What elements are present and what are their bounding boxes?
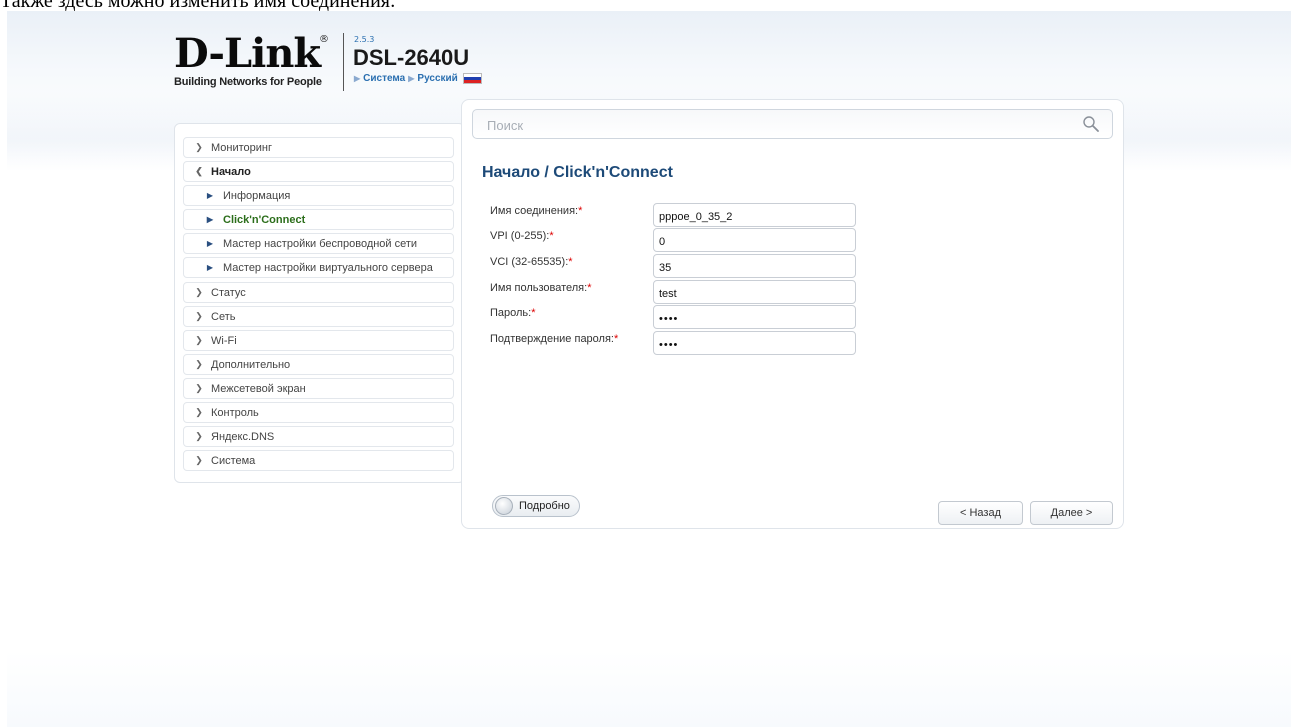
sidebar-item-label: Дополнительно — [211, 358, 291, 371]
sidebar-item-label: Click'n'Connect — [223, 213, 306, 226]
sidebar-item-label: Информация — [223, 189, 291, 202]
sidebar-subitem-information[interactable]: ▶ Информация — [183, 185, 454, 206]
password-field[interactable] — [653, 305, 856, 329]
sidebar-item-label: Мастер настройки беспроводной сети — [223, 237, 418, 250]
required-mark: * — [587, 282, 592, 294]
required-mark: * — [549, 230, 554, 242]
sidebar-item-label: Сеть — [211, 310, 236, 323]
username-field[interactable] — [653, 280, 856, 304]
model-name: DSL-2640U — [353, 45, 470, 70]
search-icon[interactable] — [1082, 115, 1100, 133]
header-nav: ▶ Система ▶ Русский — [354, 73, 482, 84]
sidebar-menu: ❯ Мониторинг ❮ Начало ▶ Информация ▶ Cli… — [174, 123, 465, 483]
sidebar-subitem-clickn-connect[interactable]: ▶ Click'n'Connect — [183, 209, 454, 230]
document-caption: Также здесь можно изменить имя соединени… — [0, 0, 396, 12]
required-mark: * — [531, 307, 536, 319]
main-panel: Начало / Click'n'Connect Имя соединения:… — [461, 99, 1124, 529]
username-label: Имя пользователя:* — [490, 282, 592, 294]
triangle-right-icon: ▶ — [206, 191, 214, 200]
expand-arrow-icon: ❯ — [195, 383, 203, 393]
expand-arrow-icon: ❯ — [195, 142, 203, 152]
sidebar-item-label: Статус — [211, 286, 246, 299]
sidebar-item-label: Мастер настройки виртуального сервера — [223, 261, 433, 274]
sidebar-item-control[interactable]: ❯ Контроль — [183, 402, 454, 423]
nav-language-link[interactable]: Русский — [417, 73, 457, 84]
logo-tagline: Building Networks for People — [174, 76, 322, 88]
connection-name-label: Имя соединения:* — [490, 205, 583, 217]
sidebar-item-label: Начало — [211, 165, 251, 178]
required-mark: * — [613, 333, 619, 345]
sidebar-item-network[interactable]: ❯ Сеть — [183, 306, 454, 327]
sidebar-item-status[interactable]: ❯ Статус — [183, 282, 454, 303]
triangle-right-icon: ▶ — [206, 215, 214, 224]
search-box — [472, 109, 1113, 139]
vci-field[interactable] — [653, 254, 856, 278]
vpi-label: VPI (0-255):* — [490, 230, 554, 242]
password-label: Пароль:* — [490, 307, 536, 319]
dlink-logo: D-Link — [174, 30, 321, 77]
sidebar-subitem-wireless-wizard[interactable]: ▶ Мастер настройки беспроводной сети — [183, 233, 454, 254]
nav-system-link[interactable]: Система — [363, 73, 405, 84]
details-toggle[interactable]: Подробно — [492, 495, 580, 517]
registered-mark: ® — [319, 34, 329, 45]
expand-arrow-icon: ❯ — [195, 407, 203, 417]
sidebar-item-monitoring[interactable]: ❯ Мониторинг — [183, 137, 454, 158]
expand-arrow-icon: ❯ — [195, 455, 203, 465]
vpi-field[interactable] — [653, 228, 856, 252]
password-confirm-label: Подтверждение пароля:* — [490, 333, 619, 345]
expand-arrow-icon: ❯ — [195, 431, 203, 441]
expand-arrow-icon: ❯ — [195, 311, 203, 321]
required-mark: * — [568, 256, 573, 268]
sidebar-item-wifi[interactable]: ❯ Wi-Fi — [183, 330, 454, 351]
sidebar-item-label: Мониторинг — [211, 141, 273, 154]
sidebar-item-label: Система — [211, 454, 256, 467]
password-confirm-field[interactable] — [653, 331, 856, 355]
details-toggle-label: Подробно — [519, 500, 570, 512]
triangle-right-icon: ▶ — [206, 239, 214, 248]
expand-arrow-icon: ❯ — [195, 359, 203, 369]
arrow-right-icon: ▶ — [408, 74, 415, 83]
firmware-version: 2.5.3 — [354, 35, 375, 44]
expand-arrow-icon: ❯ — [195, 335, 203, 345]
expand-arrow-icon: ❯ — [195, 287, 203, 297]
sidebar-item-label: Wi-Fi — [211, 334, 237, 347]
sidebar-item-yandex-dns[interactable]: ❯ Яндекс.DNS — [183, 426, 454, 447]
triangle-right-icon: ▶ — [206, 263, 214, 272]
sidebar-item-advanced[interactable]: ❯ Дополнительно — [183, 354, 454, 375]
toggle-knob-icon — [495, 497, 513, 515]
connection-name-field[interactable] — [653, 203, 856, 227]
vci-label: VCI (32-65535):* — [490, 256, 573, 268]
next-button[interactable]: Далее > — [1030, 501, 1113, 525]
required-mark: * — [578, 205, 583, 217]
header-divider — [343, 33, 344, 91]
page-title: Начало / Click'n'Connect — [482, 164, 673, 181]
russian-flag-icon[interactable] — [462, 73, 482, 84]
arrow-right-icon: ▶ — [354, 74, 361, 83]
back-button[interactable]: < Назад — [938, 501, 1023, 525]
sidebar-item-label: Межсетевой экран — [211, 382, 306, 395]
sidebar-item-firewall[interactable]: ❯ Межсетевой экран — [183, 378, 454, 399]
sidebar-item-start[interactable]: ❮ Начало — [183, 161, 454, 182]
sidebar-subitem-virtual-server-wizard[interactable]: ▶ Мастер настройки виртуального сервера — [183, 257, 454, 278]
search-input[interactable] — [485, 114, 1059, 136]
sidebar-item-label: Яндекс.DNS — [211, 430, 275, 443]
router-web-interface: D-Link ® Building Networks for People 2.… — [7, 11, 1291, 727]
collapse-arrow-icon: ❮ — [195, 166, 203, 176]
sidebar-item-system[interactable]: ❯ Система — [183, 450, 454, 471]
sidebar-item-label: Контроль — [211, 406, 259, 419]
